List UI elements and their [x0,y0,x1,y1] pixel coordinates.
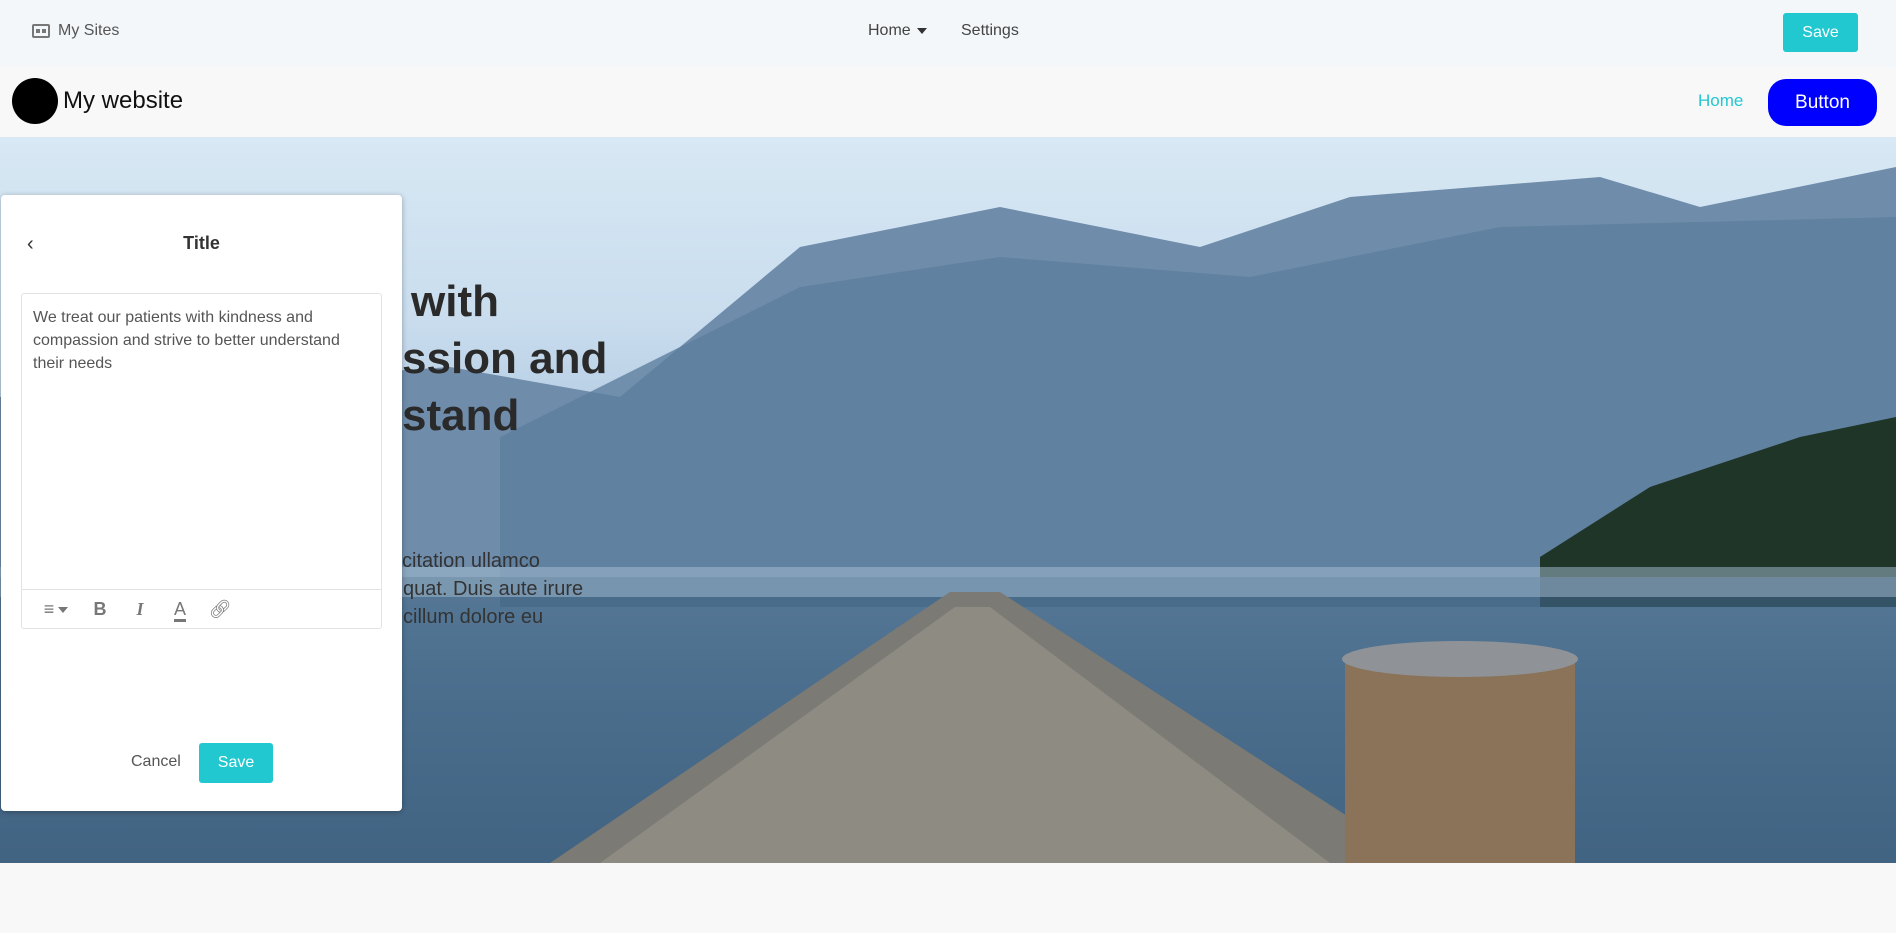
hero-paragraph-line: citation ullamco [402,550,540,572]
format-toolbar: ≡ B I A 🔗︎ [22,589,381,628]
editor-topbar: My Sites Home Settings Save [0,0,1896,67]
panel-save-button[interactable]: Save [199,743,273,783]
panel-title: Title [183,233,220,253]
cancel-button[interactable]: Cancel [131,753,181,771]
page-dropdown-label: Home [868,22,911,39]
hero-paragraph-line: cillum dolore eu [403,606,544,628]
bold-icon[interactable]: B [80,599,120,620]
text-edit-panel: Title ‹ We treat our patients with kindn… [1,195,402,811]
hero-heading-line: with [411,277,499,326]
link-icon[interactable]: 🔗︎ [200,599,240,620]
caret-down-icon [916,27,927,34]
save-button[interactable]: Save [1783,13,1858,52]
hero-paragraph-line: quat. Duis aute irure [403,578,584,600]
text-color-icon[interactable]: A [160,598,200,622]
my-sites-link[interactable]: My Sites [32,22,119,40]
text-input[interactable]: We treat our patients with kindness and … [22,294,381,590]
settings-link[interactable]: Settings [961,22,1019,40]
align-left-icon[interactable]: ≡ [32,599,80,620]
site-nav-home[interactable]: Home [1698,91,1743,111]
my-sites-label: My Sites [58,22,120,39]
rich-text-editor[interactable]: We treat our patients with kindness and … [21,293,382,629]
chevron-left-icon[interactable]: ‹ [27,233,34,256]
page-dropdown-home[interactable]: Home [868,22,927,40]
site-name: My website [63,87,184,114]
hero-heading-line: stand [402,391,520,440]
hero-heading-line: ssion and [402,334,608,383]
site-header: My website Home Button [0,67,1896,137]
site-logo [12,78,58,124]
site-cta-button[interactable]: Button [1768,79,1877,126]
italic-icon[interactable]: I [120,599,160,620]
sites-icon [32,24,50,38]
